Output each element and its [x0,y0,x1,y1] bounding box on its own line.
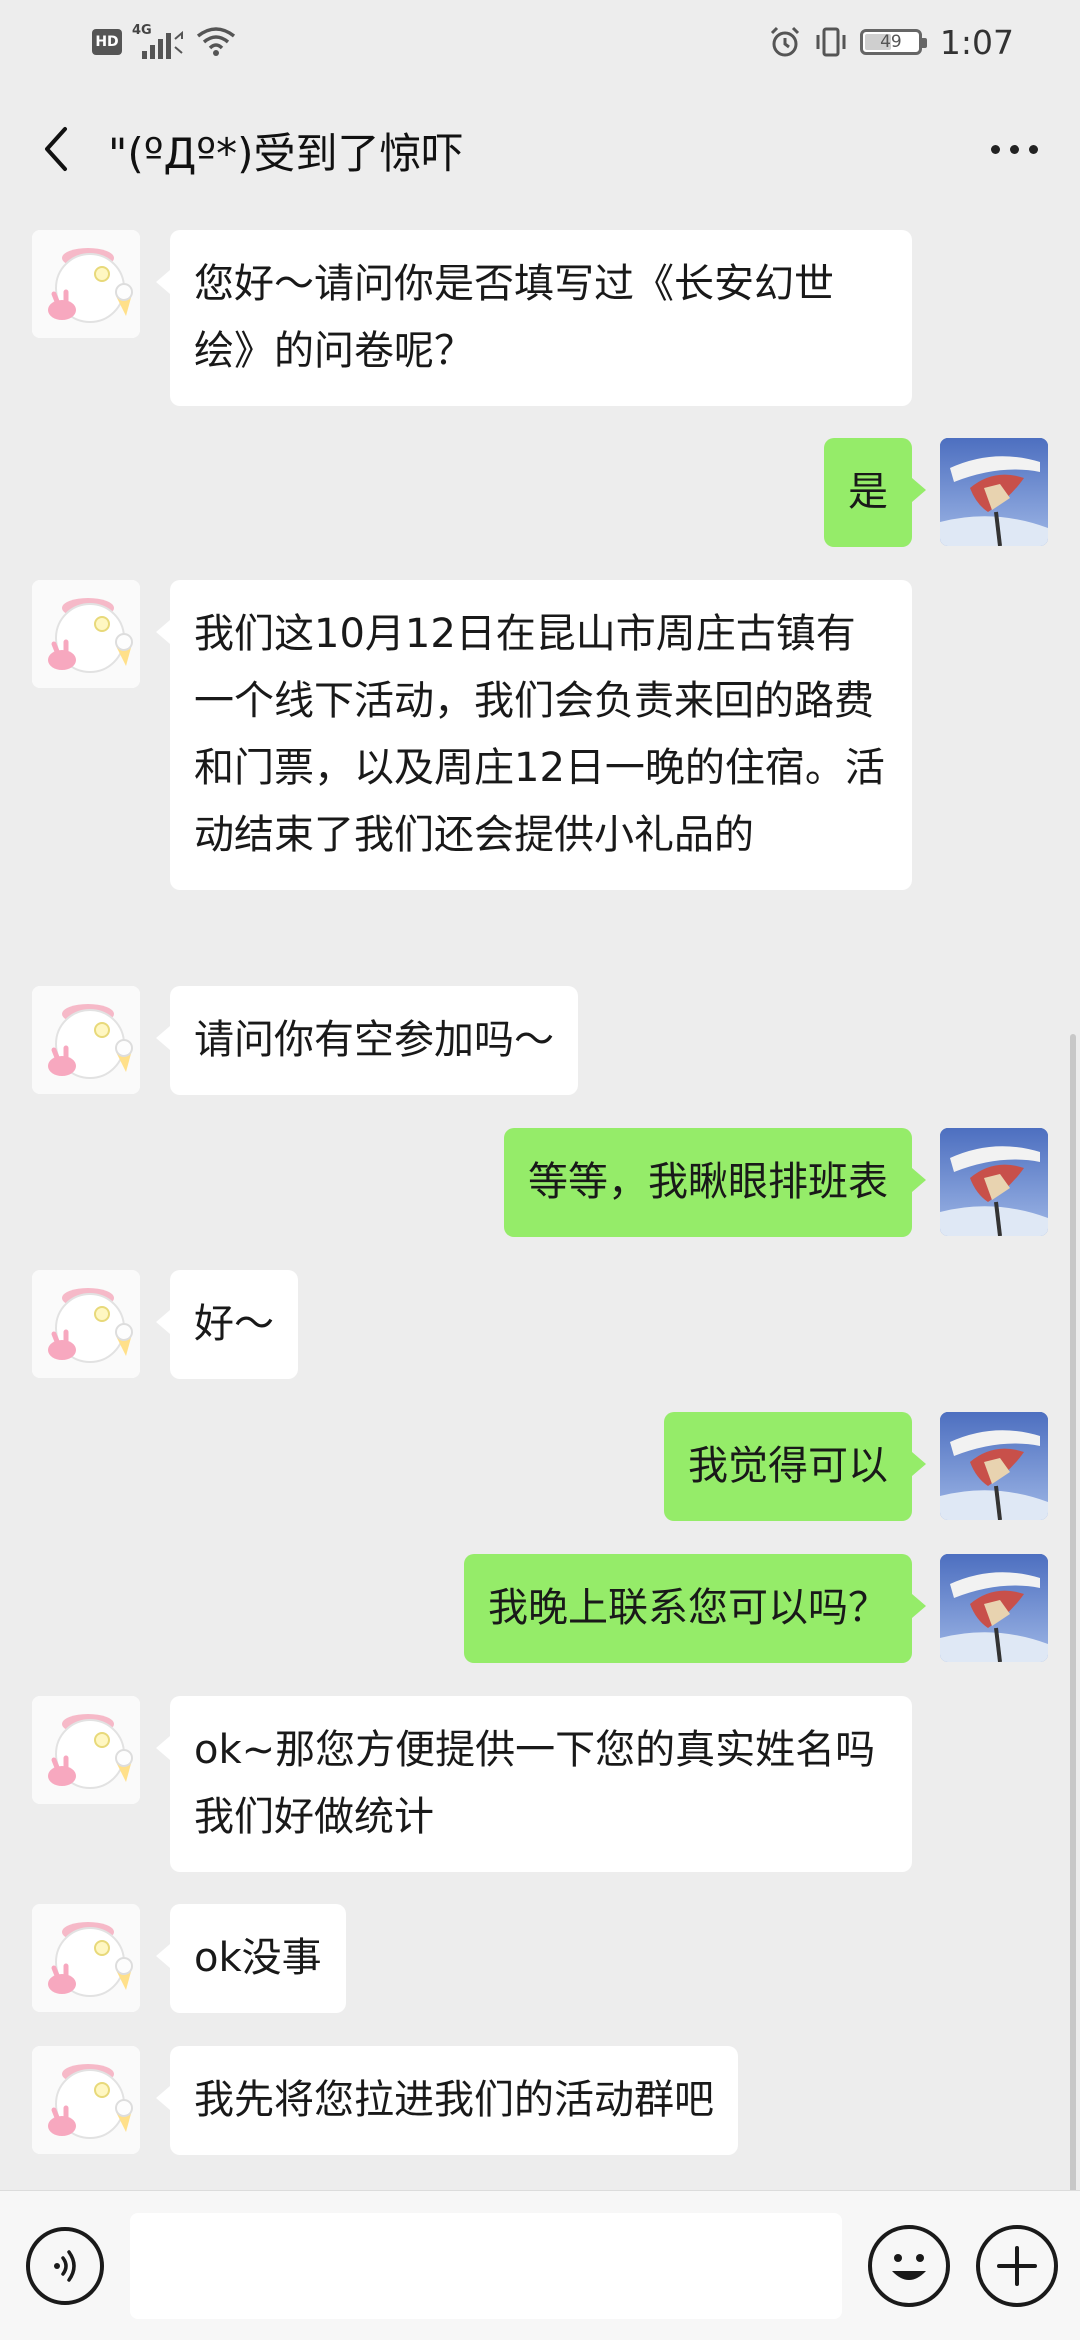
message-bubble-received[interactable]: ok没事 [156,1904,346,2013]
scrollbar[interactable] [1070,1034,1076,2190]
contact-avatar[interactable] [32,986,140,1094]
message-list[interactable]: 您好～请问你是否填写过《长安幻世绘》的问卷呢？ 是 我们这10月12日在昆山市周… [0,214,1080,2190]
message-bubble-sent[interactable]: 我晚上联系您可以吗？ [464,1554,926,1663]
chat-title: "(ºДº*)受到了惊吓 [108,129,464,178]
message-bubble-received[interactable]: 您好～请问你是否填写过《长安幻世绘》的问卷呢？ [156,230,912,406]
self-avatar[interactable] [940,1128,1048,1236]
contact-avatar[interactable] [32,1696,140,1804]
input-bar [0,2190,1080,2340]
message-bubble-received[interactable]: 我先将您拉进我们的活动群吧 [156,2046,738,2155]
clock: 1:07 [939,22,1014,62]
emoji-button[interactable] [868,2225,950,2307]
message-bubble-received[interactable]: 请问你有空参加吗～ [156,986,578,1095]
plus-icon [997,2246,1037,2286]
plus-button[interactable] [976,2225,1058,2307]
more-dots-icon [1009,144,1019,154]
more-button[interactable] [974,114,1054,184]
status-right: 49 1:07 [768,20,1014,64]
status-left: HD 4G [92,22,236,62]
emoji-icon [892,2254,926,2280]
more-dots-icon [1028,144,1038,154]
message-bubble-sent[interactable]: 等等，我瞅眼排班表 [504,1128,926,1237]
message-bubble-received[interactable]: 好～ [156,1270,298,1379]
battery-indicator: 49 [859,29,927,55]
self-avatar[interactable] [940,438,1048,546]
self-avatar[interactable] [940,1554,1048,1662]
chat-header: "(ºДº*)受到了惊吓 [0,84,1080,214]
contact-avatar[interactable] [32,230,140,338]
chat-screen: HD 4G 49 1:07 "(ºДº*)受到了惊吓 您好～请问你是否填写过《长… [0,0,1080,2340]
voice-button[interactable] [26,2227,104,2305]
self-avatar[interactable] [940,1412,1048,1520]
wifi-icon [196,27,236,56]
message-bubble-received[interactable]: ok~那您方便提供一下您的真实姓名吗 我们好做统计 [156,1696,912,1872]
message-bubble-sent[interactable]: 我觉得可以 [664,1412,926,1521]
contact-avatar[interactable] [32,580,140,688]
message-bubble-sent[interactable]: 是 [824,438,926,547]
hd-badge: HD [92,29,122,55]
contact-avatar[interactable] [32,2046,140,2154]
alarm-icon [770,26,799,57]
voice-icon [54,2250,76,2282]
vibrate-icon [816,27,846,57]
battery-level: 49 [880,32,902,52]
more-dots-icon [990,144,1000,154]
chevron-left-icon [45,127,67,171]
signal-icon: 4G [132,23,186,59]
message-input[interactable] [130,2213,842,2319]
message-bubble-received[interactable]: 我们这10月12日在昆山市周庄古镇有一个线下活动，我们会负责来回的路费和门票，以… [156,580,912,890]
contact-avatar[interactable] [32,1904,140,2012]
status-bar: HD 4G 49 1:07 [0,0,1080,84]
contact-avatar[interactable] [32,1270,140,1378]
back-button[interactable] [26,114,86,184]
